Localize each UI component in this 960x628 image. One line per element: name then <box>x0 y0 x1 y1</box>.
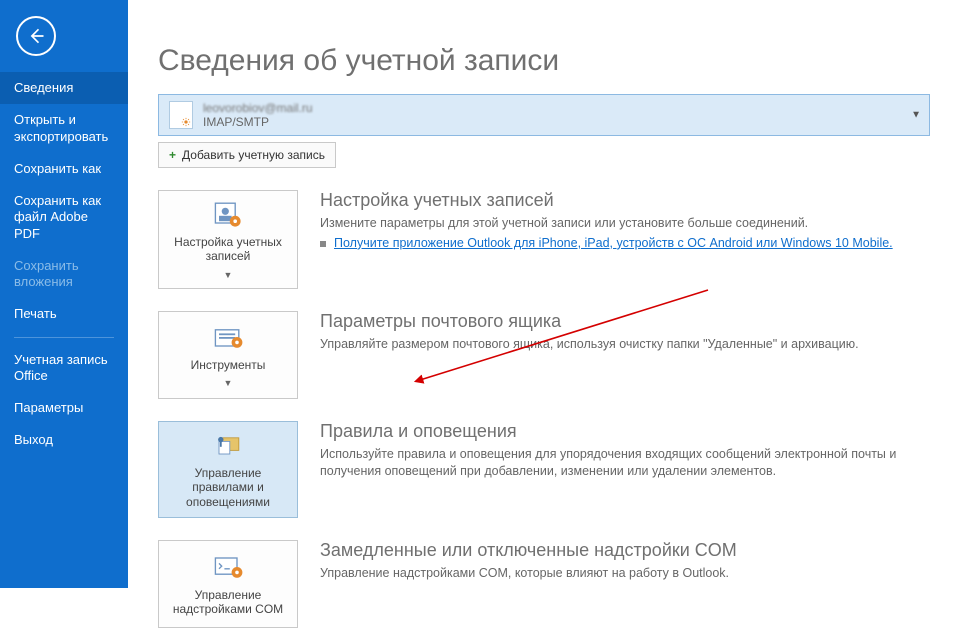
nav-save-as[interactable]: Сохранить как <box>0 153 128 185</box>
nav-office-account[interactable]: Учетная запись Office <box>0 344 128 393</box>
nav-info[interactable]: Сведения <box>0 72 128 104</box>
outlook-mobile-link[interactable]: Получите приложение Outlook для iPhone, … <box>334 236 893 250</box>
mailbox-icon <box>169 101 193 129</box>
tile-label: Управление надстройками COM <box>165 588 291 617</box>
arrow-left-icon <box>26 26 46 46</box>
nav-exit[interactable]: Выход <box>0 424 128 456</box>
backstage-sidebar: Сведения Открыть и экспортировать Сохран… <box>0 0 128 588</box>
nav-save-attachments: Сохранить вложения <box>0 250 128 299</box>
section-mailbox-settings: Инструменты ▼ Параметры почтового ящика … <box>158 311 930 399</box>
nav-save-adobe-pdf[interactable]: Сохранить как файл Adobe PDF <box>0 185 128 250</box>
tile-rules-alerts[interactable]: Управление правилами и оповещениями <box>158 421 298 518</box>
section-body: Управление надстройками COM, которые вли… <box>320 565 930 582</box>
plus-icon: + <box>169 148 176 162</box>
section-heading: Параметры почтового ящика <box>320 311 930 332</box>
account-settings-icon <box>210 199 246 229</box>
section-account-settings: Настройка учетных записей ▼ Настройка уч… <box>158 190 930 289</box>
nav-separator <box>14 337 114 338</box>
bullet-icon <box>320 241 326 247</box>
nav-options[interactable]: Параметры <box>0 392 128 424</box>
tile-tools[interactable]: Инструменты ▼ <box>158 311 298 399</box>
account-selector[interactable]: leovorobiov@mail.ru IMAP/SMTP ▼ <box>158 94 930 136</box>
nav-open-export[interactable]: Открыть и экспортировать <box>0 104 128 153</box>
chevron-down-icon: ▼ <box>224 270 233 280</box>
chevron-down-icon: ▼ <box>911 110 921 121</box>
section-heading: Настройка учетных записей <box>320 190 930 211</box>
add-account-button[interactable]: + Добавить учетную запись <box>158 142 336 168</box>
section-rules-alerts: Управление правилами и оповещениями Прав… <box>158 421 930 518</box>
main-panel: Сведения об учетной записи leovorobiov@m… <box>128 0 960 588</box>
section-body: Управляйте размером почтового ящика, исп… <box>320 336 930 353</box>
add-account-label: Добавить учетную запись <box>182 148 325 162</box>
tile-label: Управление правилами и оповещениями <box>165 466 291 509</box>
section-body: Используйте правила и оповещения для упо… <box>320 446 930 480</box>
tools-icon <box>210 322 246 352</box>
account-email: leovorobiov@mail.ru <box>203 101 313 115</box>
account-protocol: IMAP/SMTP <box>203 115 313 129</box>
section-heading: Правила и оповещения <box>320 421 930 442</box>
com-addins-icon <box>210 552 246 582</box>
rules-alerts-icon <box>210 430 246 460</box>
nav-print[interactable]: Печать <box>0 298 128 330</box>
section-body: Измените параметры для этой учетной запи… <box>320 215 930 232</box>
section-heading: Замедленные или отключенные надстройки C… <box>320 540 930 561</box>
section-com-addins: Управление надстройками COM Замедленные … <box>158 540 930 628</box>
tile-com-addins[interactable]: Управление надстройками COM <box>158 540 298 628</box>
tile-account-settings[interactable]: Настройка учетных записей ▼ <box>158 190 298 289</box>
page-title: Сведения об учетной записи <box>158 44 930 78</box>
back-button[interactable] <box>16 16 56 56</box>
tile-label: Инструменты <box>191 358 266 372</box>
tile-label: Настройка учетных записей <box>165 235 291 264</box>
chevron-down-icon: ▼ <box>224 378 233 388</box>
